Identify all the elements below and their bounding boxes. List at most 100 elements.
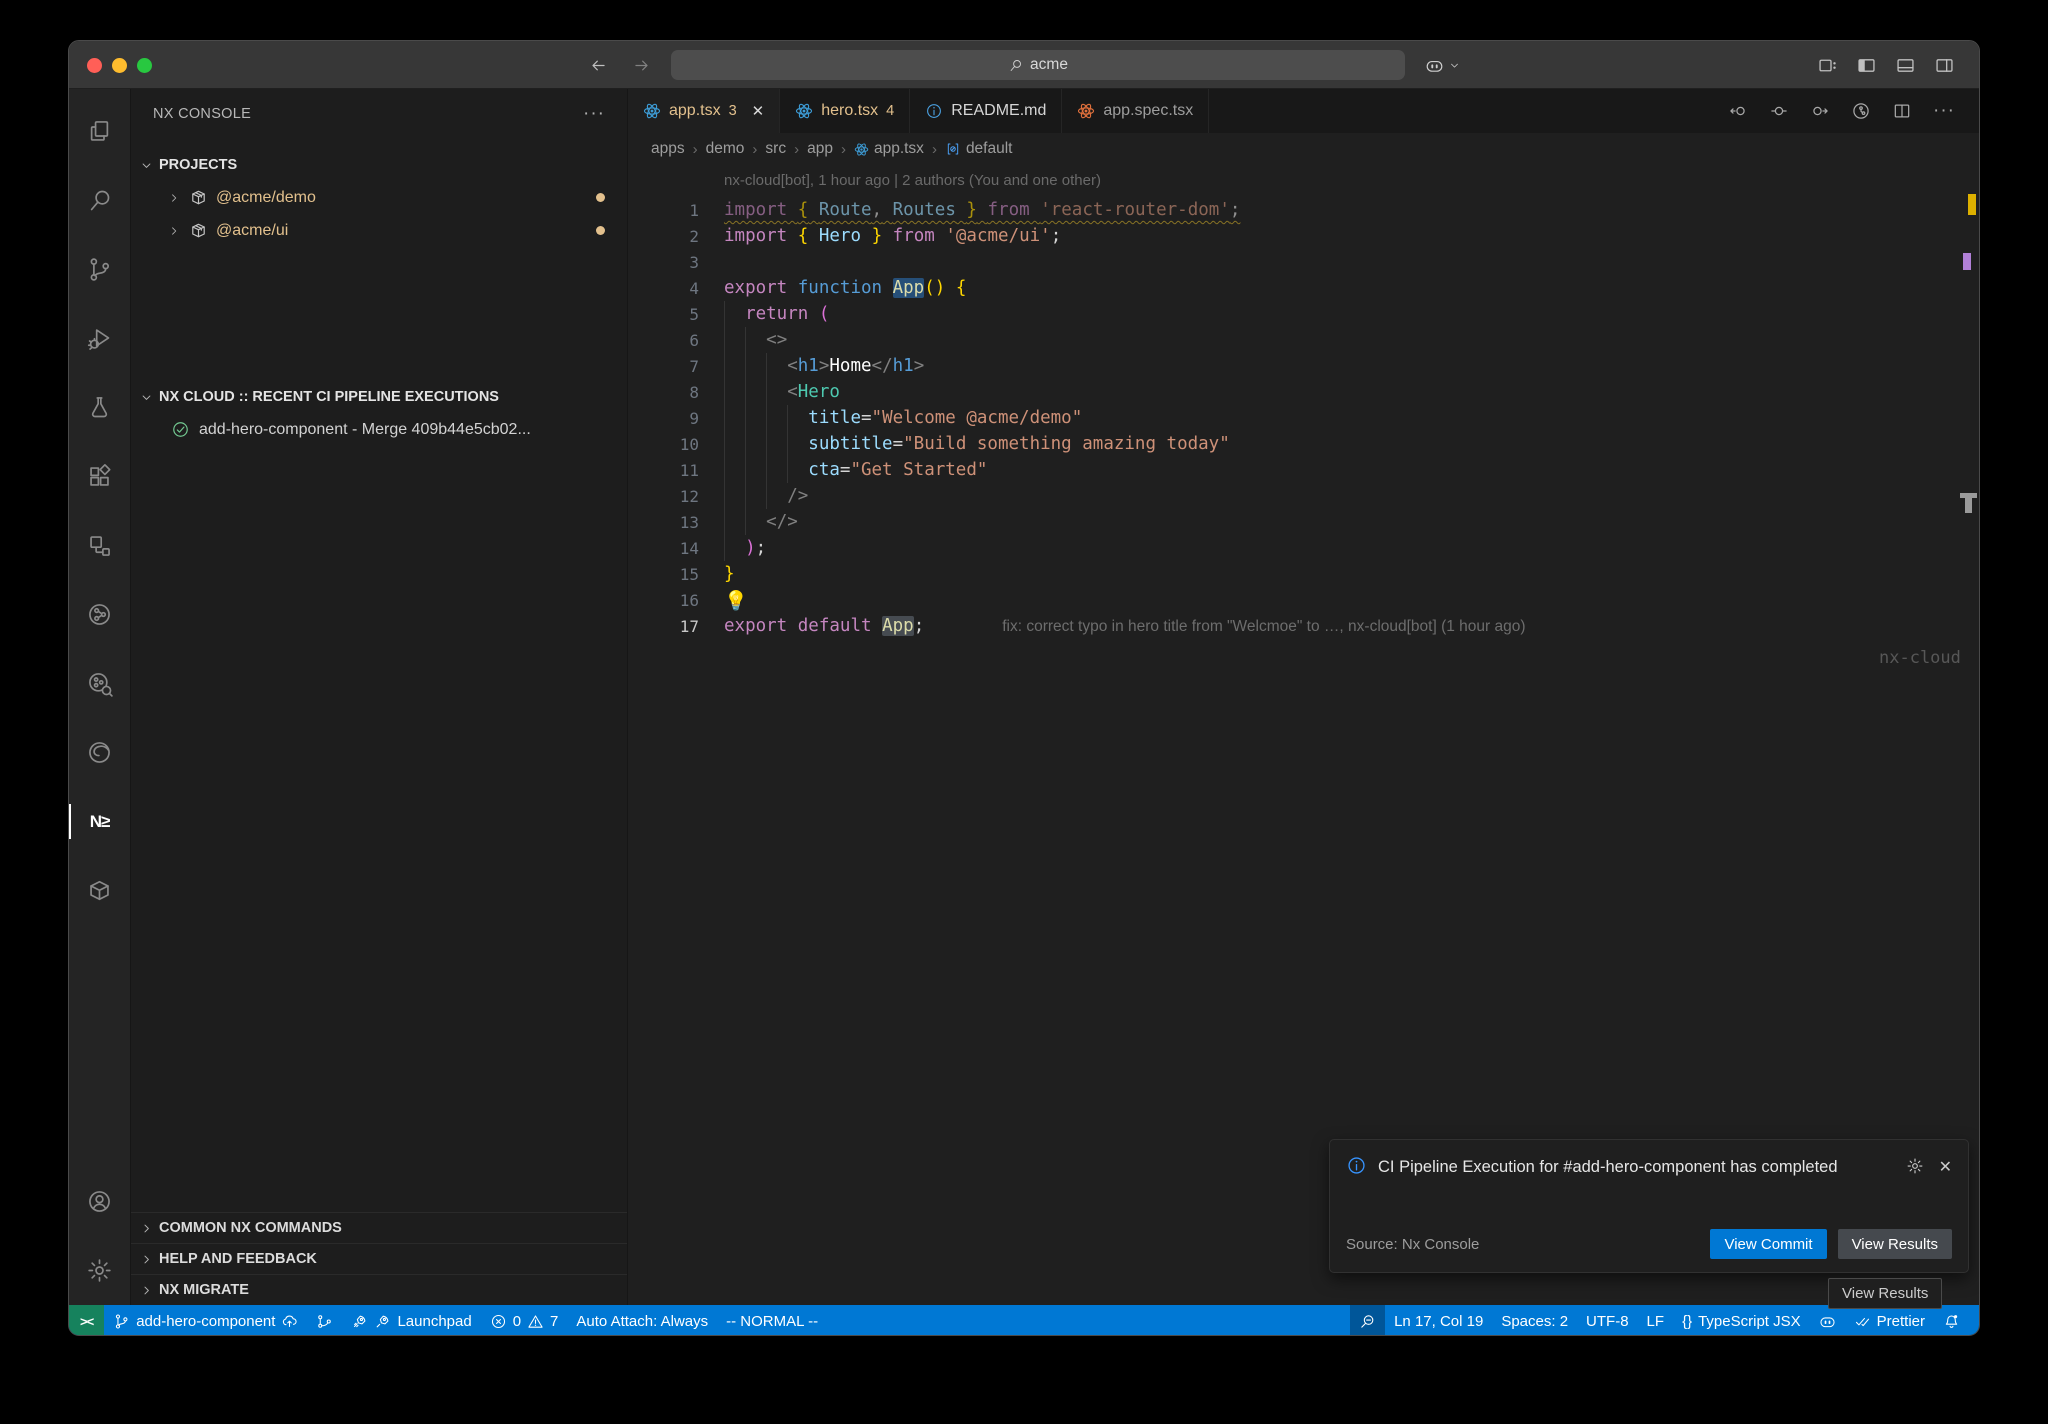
tab-app.tsx[interactable]: app.tsx3✕ — [628, 89, 780, 133]
tab-hero.tsx[interactable]: hero.tsx4 — [780, 89, 910, 133]
close-window-button[interactable] — [87, 58, 102, 73]
section-nx-cloud[interactable]: NX CLOUD :: RECENT CI PIPELINE EXECUTION… — [131, 381, 627, 413]
activity-explorer-icon[interactable] — [69, 97, 131, 166]
activity-run-debug-icon[interactable] — [69, 304, 131, 373]
next-change-icon[interactable] — [1810, 101, 1830, 121]
status-notifications-bell[interactable] — [1934, 1305, 1969, 1336]
breadcrumb-item-app[interactable]: app — [807, 140, 833, 158]
status-language-mode[interactable]: {}TypeScript JSX — [1673, 1305, 1810, 1336]
code-line-14[interactable]: 14 ); — [628, 535, 1979, 561]
status-problems[interactable]: 07 — [481, 1305, 568, 1336]
status-encoding[interactable]: UTF-8 — [1577, 1305, 1638, 1336]
zoom-window-button[interactable] — [137, 58, 152, 73]
close-tab-icon[interactable]: ✕ — [752, 102, 765, 120]
code-line-4[interactable]: 4export function App() { — [628, 275, 1979, 301]
section-projects[interactable]: PROJECTS — [131, 149, 627, 181]
customize-layout-icon[interactable] — [1817, 55, 1838, 76]
minimize-window-button[interactable] — [112, 58, 127, 73]
toggle-secondary-sidebar-icon[interactable] — [1934, 55, 1955, 76]
more-actions-icon[interactable]: ··· — [583, 103, 605, 125]
code-line-11[interactable]: 11 cta="Get Started" — [628, 457, 1979, 483]
lightbulb-icon[interactable]: 💡 — [724, 590, 748, 612]
line-number: 6 — [628, 331, 699, 350]
change-icon[interactable] — [1769, 101, 1789, 121]
status-prettier[interactable]: Prettier — [1845, 1305, 1934, 1336]
status-vim-mode[interactable]: -- NORMAL -- — [717, 1305, 827, 1336]
code-line-5[interactable]: 5 return ( — [628, 301, 1979, 327]
code-line-6[interactable]: 6 <> — [628, 327, 1979, 353]
status-remote-indicator[interactable]: >< — [69, 1305, 104, 1336]
code-line-17[interactable]: 17export default App;fix: correct typo i… — [628, 613, 1979, 639]
status-copilot-status[interactable] — [1810, 1305, 1845, 1336]
window-controls — [87, 41, 152, 89]
timeline-icon[interactable] — [1851, 101, 1871, 121]
status-auto-attach[interactable]: Auto Attach: Always — [567, 1305, 717, 1336]
code-line-16[interactable]: 16💡 — [628, 587, 1979, 613]
view-results-button[interactable]: View Results — [1838, 1229, 1952, 1259]
tab-app.spec.tsx[interactable]: app.spec.tsx — [1062, 89, 1209, 133]
code-line-9[interactable]: 9 title="Welcome @acme/demo" — [628, 405, 1979, 431]
activity-references-icon[interactable] — [69, 511, 131, 580]
activity-testing-icon[interactable] — [69, 373, 131, 442]
code-line-8[interactable]: 8 <Hero — [628, 379, 1979, 405]
code-line-7[interactable]: 7 <h1>Home</h1> — [628, 353, 1979, 379]
code-line-12[interactable]: 12 /> — [628, 483, 1979, 509]
section-common-nx-commands[interactable]: COMMON NX COMMANDS — [131, 1212, 627, 1243]
status-zoom-indicator[interactable] — [1350, 1305, 1385, 1336]
editor-toolbar: ··· — [1728, 89, 1955, 133]
status-indentation[interactable]: Spaces: 2 — [1492, 1305, 1577, 1336]
react-icon — [854, 142, 869, 157]
code-line-15[interactable]: 15} — [628, 561, 1979, 587]
back-icon[interactable] — [589, 56, 608, 75]
notification-settings-gear-icon[interactable] — [1906, 1157, 1924, 1175]
git-graph-icon — [316, 1313, 333, 1330]
section-nx-migrate[interactable]: NX MIGRATE — [131, 1274, 627, 1305]
notification-close-icon[interactable]: ✕ — [1939, 1157, 1952, 1177]
pipeline-execution-item[interactable]: add-hero-component - Merge 409b44e5cb02.… — [131, 413, 627, 446]
toggle-primary-sidebar-icon[interactable] — [1856, 55, 1877, 76]
activity-source-control-icon[interactable] — [69, 235, 131, 304]
status-git-branch[interactable]: add-hero-component — [104, 1305, 307, 1336]
copilot-menu[interactable] — [1425, 41, 1461, 89]
code-line-3[interactable]: 3 — [628, 249, 1979, 275]
split-editor-icon[interactable] — [1892, 101, 1912, 121]
breadcrumb-item-src[interactable]: src — [765, 140, 786, 158]
section-help-and-feedback[interactable]: HELP AND FEEDBACK — [131, 1243, 627, 1274]
code-line-1[interactable]: 1import { Route, Routes } from 'react-ro… — [628, 197, 1979, 223]
activity-account-icon[interactable] — [69, 1167, 131, 1236]
breadcrumb-item-demo[interactable]: demo — [706, 140, 745, 158]
forward-icon[interactable] — [632, 56, 651, 75]
status-git-graph[interactable] — [307, 1305, 342, 1336]
prev-change-icon[interactable] — [1728, 101, 1748, 121]
toggle-panel-icon[interactable] — [1895, 55, 1916, 76]
activity-nx-console-icon[interactable]: N≥ — [69, 787, 131, 856]
status-gitlens-launchpad[interactable]: Launchpad — [342, 1305, 480, 1336]
more-icon[interactable]: ··· — [1933, 100, 1955, 122]
chevron-down-icon — [139, 390, 154, 405]
code-line-13[interactable]: 13 </> — [628, 509, 1979, 535]
chevron-right-icon — [167, 224, 181, 238]
tab-README.md[interactable]: README.md — [910, 89, 1062, 133]
sidebar-nx-console: NX CONSOLE ··· PROJECTS @acme/demo@acme/… — [131, 89, 628, 1305]
activity-graph-search-icon[interactable] — [69, 649, 131, 718]
activity-edge-devtools-icon[interactable] — [69, 718, 131, 787]
activity-search-icon[interactable] — [69, 166, 131, 235]
activity-settings-icon[interactable] — [69, 1236, 131, 1305]
command-center-search[interactable]: acme — [671, 50, 1405, 80]
code-editor[interactable]: nx-cloud[bot], 1 hour ago | 2 authors (Y… — [628, 165, 1979, 1305]
code-line-2[interactable]: 2import { Hero } from '@acme/ui'; — [628, 223, 1979, 249]
status-bar: ><add-hero-component Launchpad07Auto Atta… — [69, 1305, 1979, 1336]
breadcrumb-item-default[interactable]: default — [945, 140, 1013, 158]
project-item[interactable]: @acme/ui — [131, 214, 627, 247]
status-eol[interactable]: LF — [1638, 1305, 1674, 1336]
status-cursor-position[interactable]: Ln 17, Col 19 — [1385, 1305, 1492, 1336]
activity-project-graph-icon[interactable] — [69, 580, 131, 649]
project-item[interactable]: @acme/demo — [131, 181, 627, 214]
activity-extensions-icon[interactable] — [69, 442, 131, 511]
code-line-10[interactable]: 10 subtitle="Build something amazing tod… — [628, 431, 1979, 457]
view-commit-button[interactable]: View Commit — [1710, 1229, 1826, 1259]
breadcrumb-item-apps[interactable]: apps — [651, 140, 685, 158]
rocket-small-icon — [374, 1313, 391, 1330]
activity-containers-icon[interactable] — [69, 856, 131, 925]
breadcrumb-item-app.tsx[interactable]: app.tsx — [854, 140, 924, 158]
